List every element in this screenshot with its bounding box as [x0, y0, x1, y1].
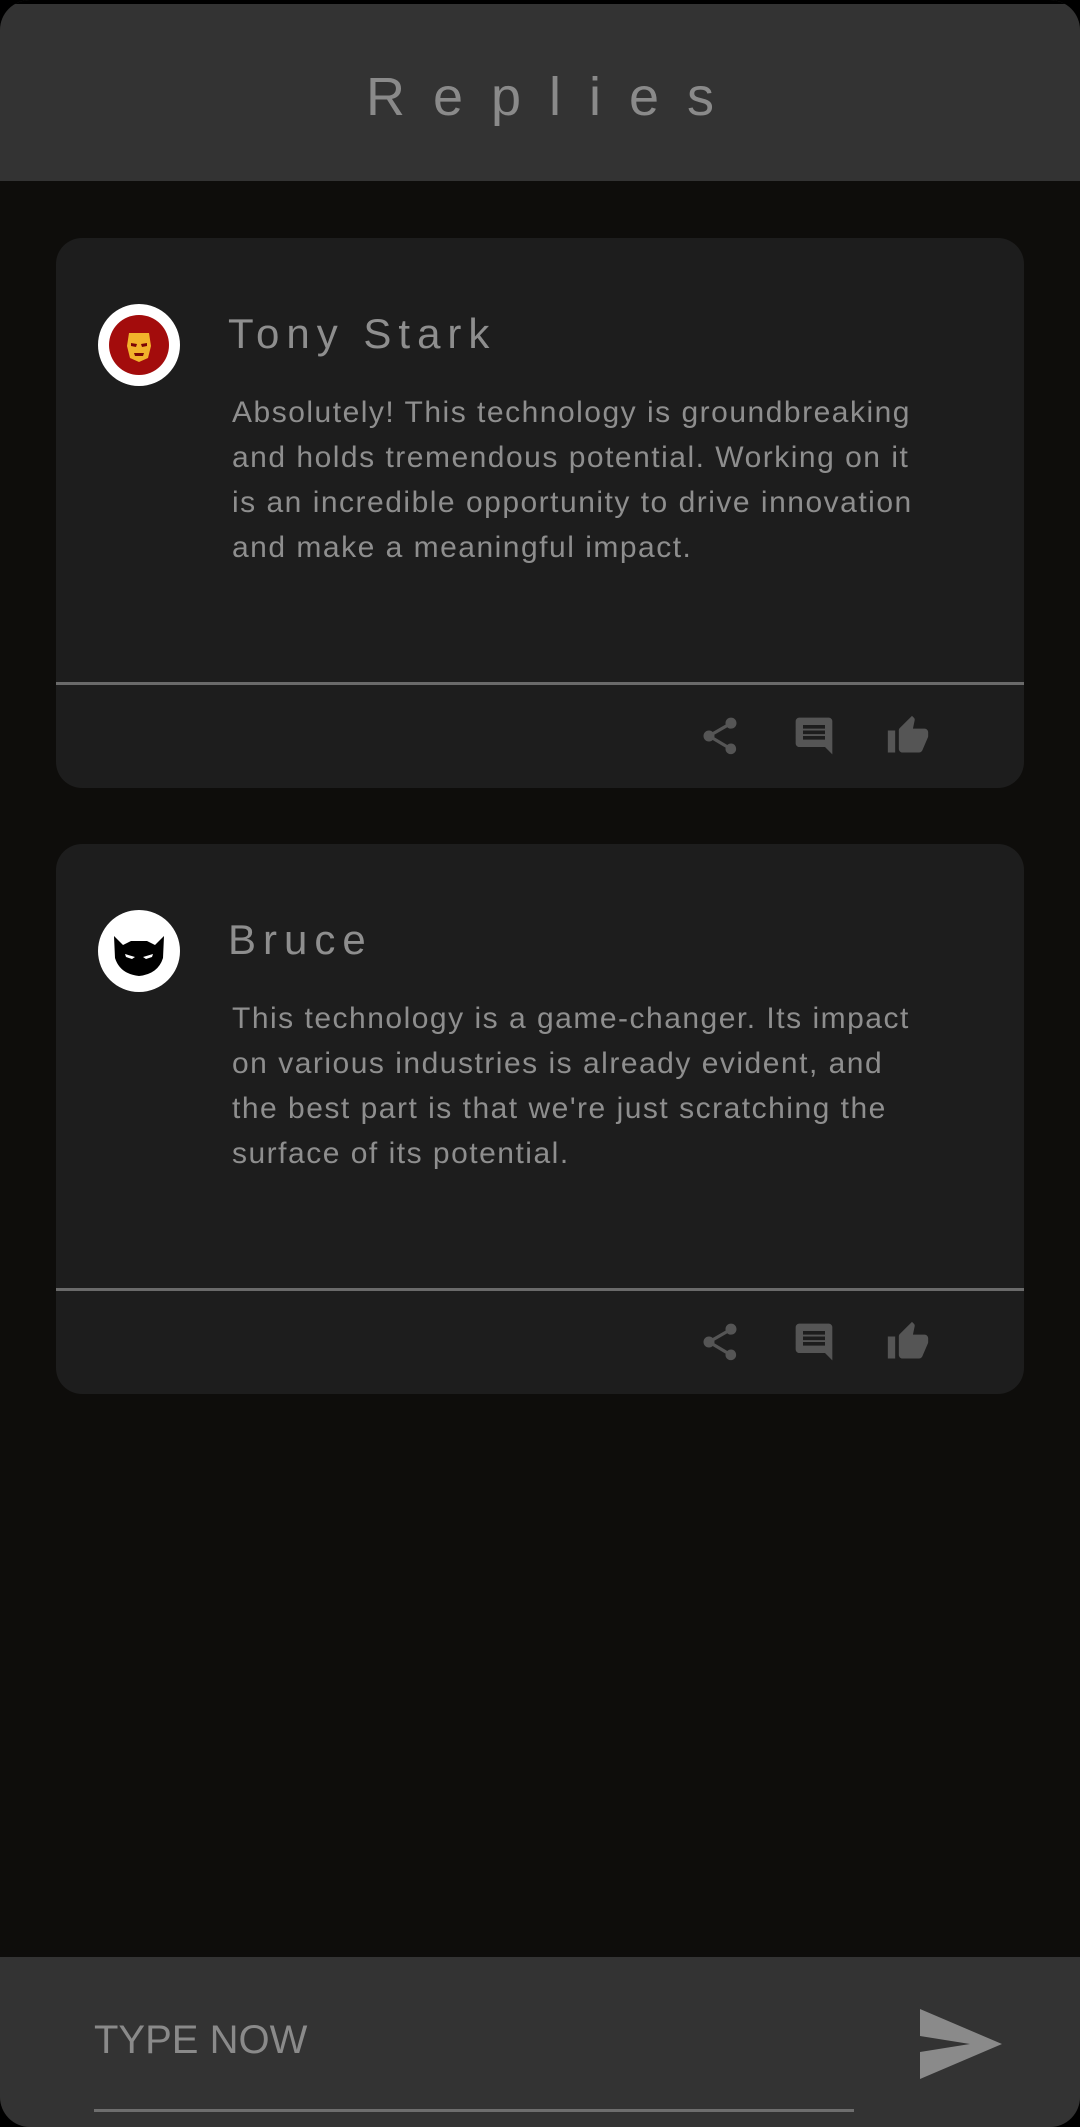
divider: [56, 1288, 1024, 1291]
reply-composer: [0, 1957, 1080, 2127]
reply-input[interactable]: [94, 2011, 854, 2069]
reply-author: Bruce: [228, 916, 373, 963]
input-underline: [94, 2109, 854, 2112]
divider: [56, 682, 1024, 685]
batman-icon: [114, 936, 164, 976]
reply-text: This technology is a game-changer. Its i…: [232, 1002, 910, 1170]
share-icon[interactable]: [698, 1320, 742, 1364]
reply-text: Absolutely! This technology is groundbre…: [232, 396, 913, 564]
thumbs-up-icon[interactable]: [886, 714, 930, 758]
reply-author: Tony Stark: [228, 310, 497, 357]
reply-card: Bruce This technology is a game-changer.…: [56, 844, 1024, 1394]
page-title: Replies: [365, 67, 743, 127]
avatar[interactable]: [98, 910, 180, 992]
send-icon[interactable]: [918, 2007, 1004, 2081]
reply-card: Tony Stark Absolutely! This technology i…: [56, 238, 1024, 788]
comment-icon[interactable]: [792, 714, 836, 758]
share-icon[interactable]: [698, 714, 742, 758]
avatar[interactable]: [98, 304, 180, 386]
iron-man-icon: [109, 315, 169, 375]
comment-icon[interactable]: [792, 1320, 836, 1364]
thumbs-up-icon[interactable]: [886, 1320, 930, 1364]
app-header: Replies: [0, 0, 1080, 181]
replies-screen: Replies Tony Stark Absolutely! This tech…: [0, 0, 1080, 2127]
